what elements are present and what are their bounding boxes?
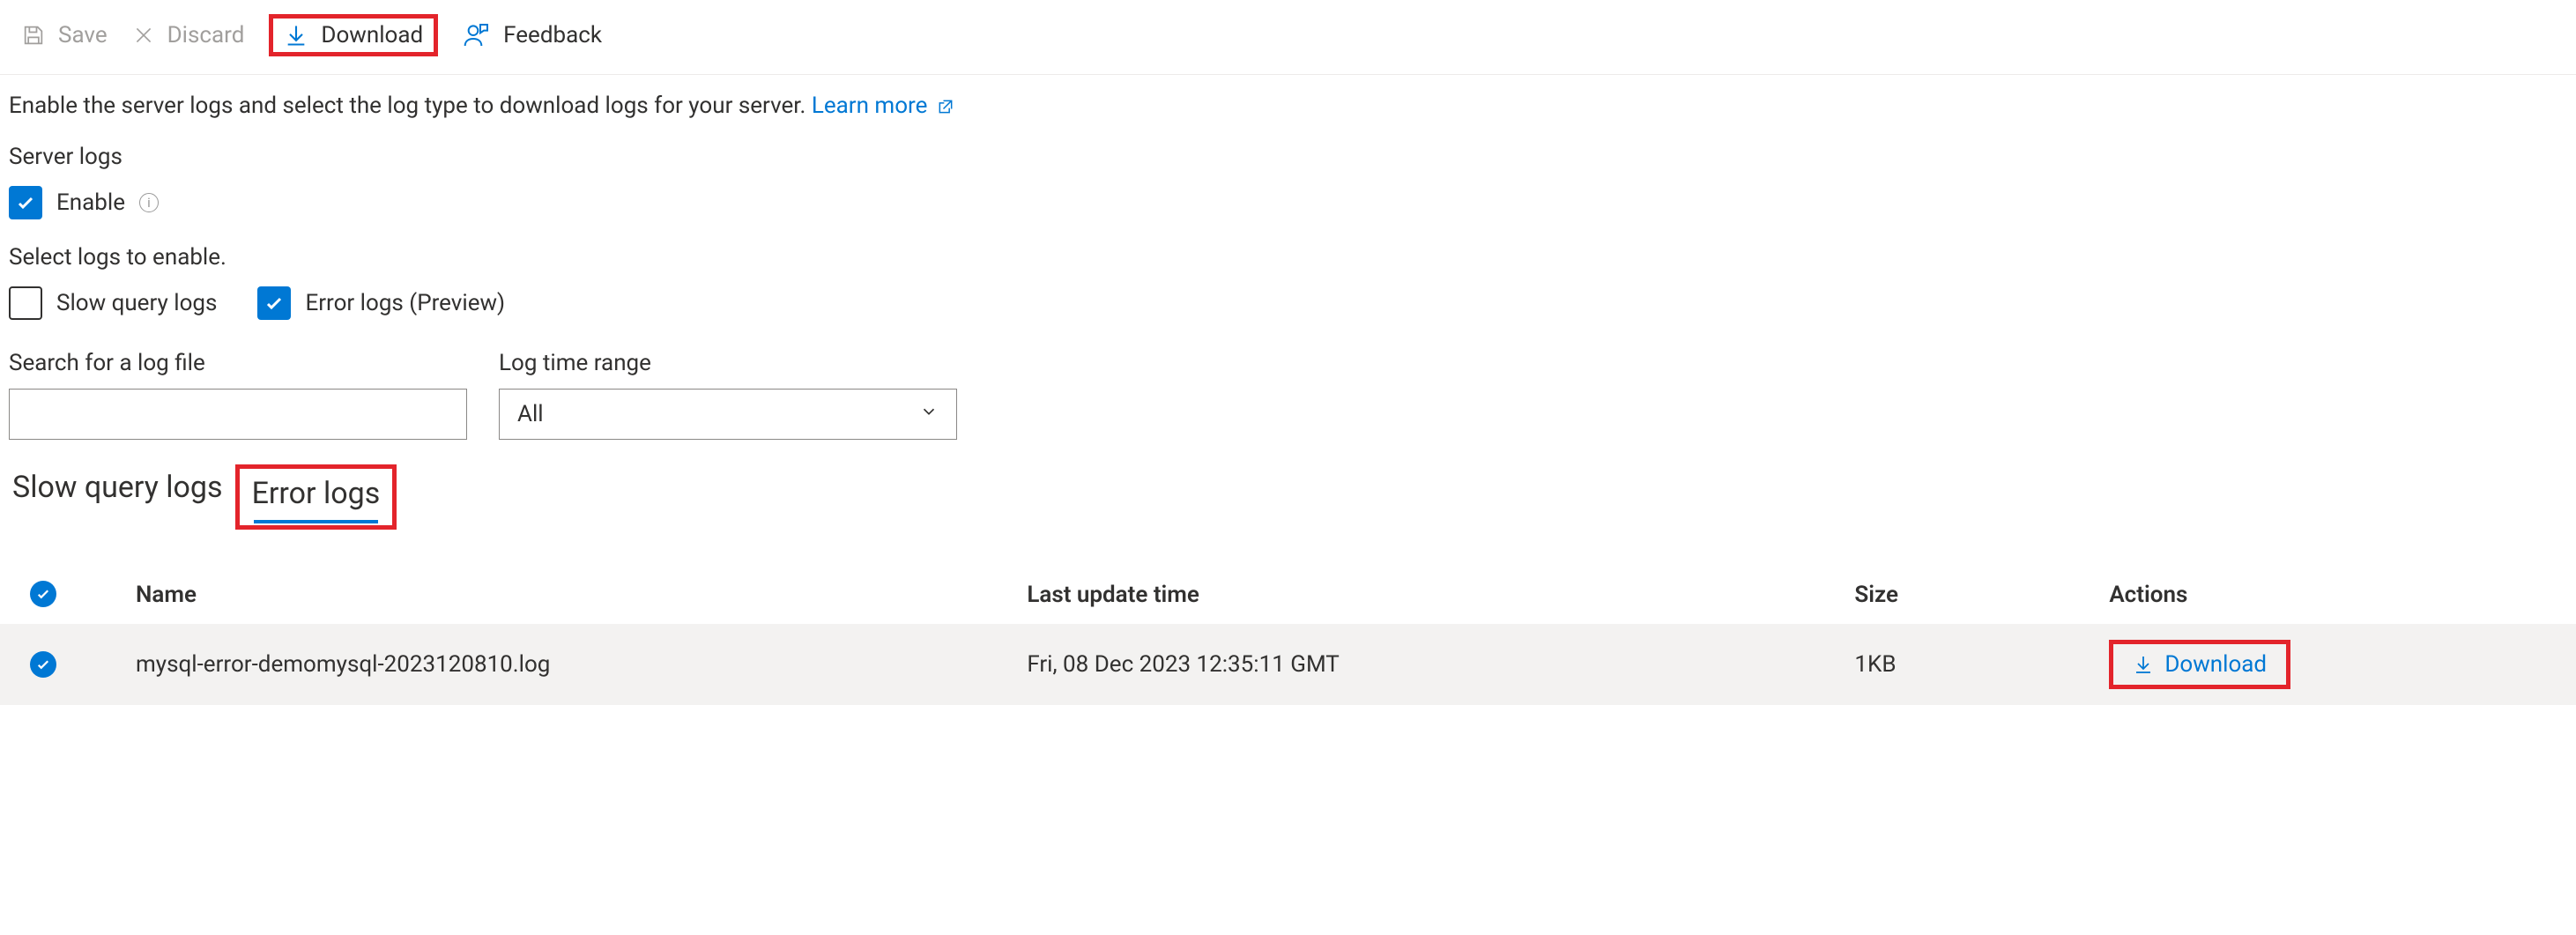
log-tabs: Slow query logs Error logs	[0, 457, 2576, 530]
save-icon	[21, 23, 46, 48]
row-download-label: Download	[2164, 651, 2267, 678]
table-row: mysql-error-demomysql-2023120810.log Fri…	[0, 624, 2576, 705]
row-download-link[interactable]: Download	[2133, 651, 2267, 678]
slow-query-logs-option: Slow query logs	[9, 286, 217, 320]
close-icon	[132, 24, 155, 47]
col-size[interactable]: Size	[1854, 582, 2109, 608]
feedback-icon	[463, 21, 491, 49]
info-icon[interactable]: i	[139, 193, 159, 212]
select-logs-label: Select logs to enable.	[9, 244, 2567, 271]
col-actions: Actions	[2109, 582, 2555, 608]
error-logs-checkbox[interactable]	[257, 286, 291, 320]
save-button: Save	[21, 22, 108, 48]
error-logs-label: Error logs (Preview)	[305, 290, 505, 316]
command-bar: Save Discard Download Feedback	[0, 0, 2576, 75]
download-icon	[284, 23, 308, 48]
error-logs-option: Error logs (Preview)	[257, 286, 505, 320]
download-button[interactable]: Download	[284, 22, 423, 48]
server-logs-label: Server logs	[9, 144, 2567, 170]
learn-more-link[interactable]: Learn more	[812, 93, 954, 119]
table-header: Name Last update time Size Actions	[0, 565, 2576, 624]
intro-text: Enable the server logs and select the lo…	[9, 93, 2567, 119]
enable-label: Enable	[56, 189, 125, 216]
row-select-cell	[30, 651, 136, 679]
download-button-highlight: Download	[269, 14, 438, 56]
feedback-label: Feedback	[503, 22, 602, 48]
search-input[interactable]	[9, 389, 467, 440]
tab-error-logs-highlight: Error logs	[235, 464, 397, 530]
feedback-button[interactable]: Feedback	[463, 21, 602, 49]
content-area: Enable the server logs and select the lo…	[0, 75, 2576, 440]
search-label: Search for a log file	[9, 350, 467, 376]
time-range-dropdown[interactable]: All	[499, 389, 957, 440]
enable-checkbox[interactable]	[9, 186, 42, 219]
slow-query-label: Slow query logs	[56, 290, 217, 316]
tab-error-logs[interactable]: Error logs	[249, 471, 384, 522]
col-name[interactable]: Name	[136, 582, 1027, 608]
search-filter: Search for a log file	[9, 350, 467, 440]
intro-message: Enable the server logs and select the lo…	[9, 93, 812, 119]
row-checkbox[interactable]	[30, 651, 56, 678]
time-range-filter: Log time range All	[499, 350, 957, 440]
row-download-highlight: Download	[2109, 640, 2290, 689]
col-updated[interactable]: Last update time	[1027, 582, 1854, 608]
select-all-checkbox[interactable]	[30, 581, 56, 607]
discard-button: Discard	[132, 22, 245, 48]
select-all-cell	[30, 581, 136, 608]
discard-label: Discard	[167, 22, 245, 48]
row-name: mysql-error-demomysql-2023120810.log	[136, 651, 1027, 678]
enable-server-logs-row: Enable i	[9, 186, 2567, 219]
tab-slow-query-logs[interactable]: Slow query logs	[9, 464, 226, 516]
log-type-checkboxes: Slow query logs Error logs (Preview)	[9, 286, 2567, 320]
download-label: Download	[321, 22, 423, 48]
save-label: Save	[58, 22, 108, 48]
filters-row: Search for a log file Log time range All	[9, 350, 2567, 440]
row-updated: Fri, 08 Dec 2023 12:35:11 GMT	[1027, 651, 1854, 678]
time-range-label: Log time range	[499, 350, 957, 376]
logs-table: Name Last update time Size Actions mysql…	[0, 565, 2576, 705]
row-actions: Download	[2109, 640, 2555, 689]
row-size: 1KB	[1854, 651, 2109, 678]
chevron-down-icon	[919, 401, 939, 427]
slow-query-checkbox[interactable]	[9, 286, 42, 320]
time-range-value: All	[517, 401, 544, 427]
